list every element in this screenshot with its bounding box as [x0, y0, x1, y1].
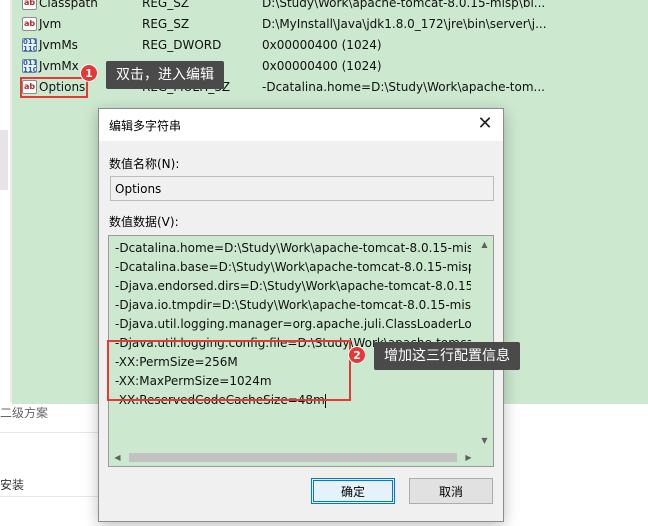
- data-line: -Djava.io.tmpdir=D:\Study\Work\apache-to…: [115, 298, 471, 312]
- string-value-icon: ab: [22, 0, 37, 10]
- tree-selection-strip: [0, 130, 8, 190]
- dword-value-icon: 011 110: [22, 38, 37, 52]
- value-name-label: 数值名称(N):: [109, 157, 180, 171]
- value-name: JvmMx: [39, 59, 79, 73]
- dialog-title: 编辑多字符串: [109, 119, 182, 133]
- dialog-title-bar[interactable]: 编辑多字符串 ✕: [99, 109, 503, 141]
- step-1-badge: 1: [80, 64, 98, 82]
- value-type: REG_SZ: [142, 17, 190, 31]
- cancel-button[interactable]: 取消: [409, 478, 493, 504]
- step-1-callout: 双击，进入编辑: [106, 61, 224, 89]
- value-data: D:\Study\Work\apache-tomcat-8.0.15-misp\…: [262, 0, 546, 10]
- options-highlight-box: [20, 77, 88, 98]
- close-icon[interactable]: ✕: [473, 113, 497, 137]
- value-data: 0x00000400 (1024): [262, 59, 382, 73]
- data-line: -Djava.util.logging.manager=org.apache.j…: [115, 317, 471, 331]
- divider: [0, 496, 100, 497]
- background-text: 二级方案: [0, 406, 49, 420]
- value-name: Classpath: [39, 0, 98, 10]
- data-line: -Djava.endorsed.dirs=D:\Study\Work\apach…: [115, 279, 471, 293]
- registry-tree-pane[interactable]: [0, 0, 12, 402]
- scroll-down-arrow-icon[interactable]: ▼: [476, 432, 493, 449]
- value-name-field[interactable]: [110, 176, 494, 201]
- horizontal-scroll-thumb[interactable]: [129, 453, 457, 462]
- horizontal-scrollbar[interactable]: ◀ ▶: [109, 449, 477, 466]
- dword-value-icon: 011 110: [22, 59, 37, 73]
- registry-row-jvmms[interactable]: 011 110 JvmMs REG_DWORD 0x00000400 (1024): [12, 35, 648, 56]
- value-type: REG_DWORD: [142, 38, 222, 52]
- scroll-left-arrow-icon[interactable]: ◀: [109, 449, 126, 466]
- value-data: D:\MyInstall\Java\jdk1.8.0_172\jre\bin\s…: [262, 17, 547, 31]
- background-text: 安装: [0, 478, 25, 492]
- edit-multi-string-dialog: 编辑多字符串 ✕ 数值名称(N): 数值数据(V): -Dcatalina.ho…: [98, 108, 504, 522]
- value-data: -Dcatalina.home=D:\Study\Work\apache-tom…: [262, 80, 545, 94]
- screenshot-stage: ab Classpath REG_SZ D:\Study\Work\apache…: [0, 0, 648, 526]
- string-value-icon: ab: [22, 17, 37, 31]
- scrollbar-corner: [476, 449, 493, 466]
- divider: [0, 432, 100, 433]
- value-type: REG_SZ: [142, 0, 190, 10]
- data-line: -Dcatalina.base=D:\Study\Work\apache-tom…: [115, 260, 471, 274]
- step-2-badge: 2: [348, 346, 366, 364]
- registry-row-jvm[interactable]: ab Jvm REG_SZ D:\MyInstall\Java\jdk1.8.0…: [12, 14, 648, 35]
- value-name: Jvm: [39, 17, 62, 31]
- data-line: -Dcatalina.home=D:\Study\Work\apache-tom…: [115, 241, 471, 255]
- scroll-up-arrow-icon[interactable]: ▲: [476, 236, 493, 253]
- value-data-label: 数值数据(V):: [109, 215, 179, 229]
- scroll-right-arrow-icon[interactable]: ▶: [460, 449, 477, 466]
- added-lines-highlight-box: [107, 340, 351, 401]
- value-name: JvmMs: [39, 38, 78, 52]
- registry-row-classpath[interactable]: ab Classpath REG_SZ D:\Study\Work\apache…: [12, 0, 648, 14]
- step-2-callout: 增加这三行配置信息: [374, 342, 520, 370]
- value-data: 0x00000400 (1024): [262, 38, 382, 52]
- ok-button[interactable]: 确定: [311, 478, 395, 504]
